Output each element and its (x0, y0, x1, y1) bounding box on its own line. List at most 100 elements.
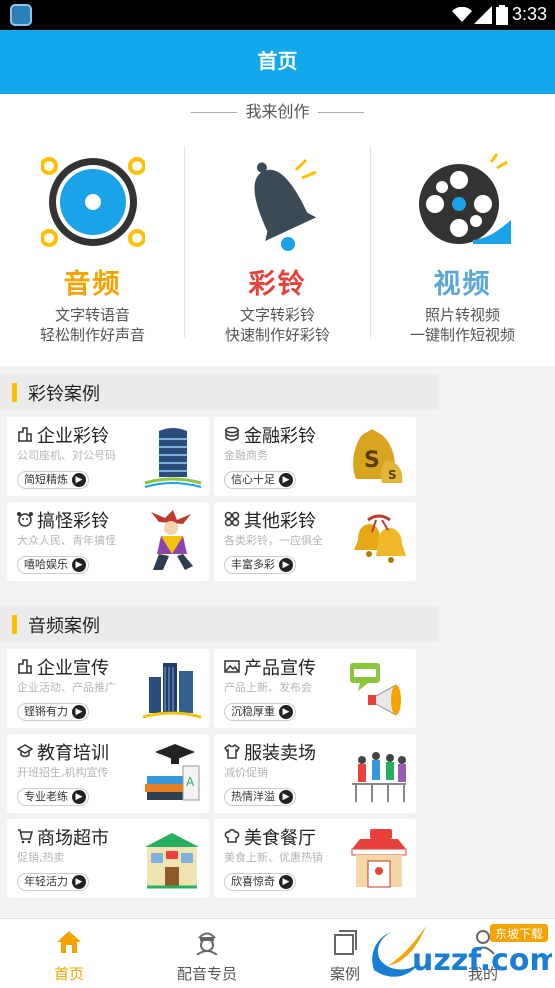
jester-image (151, 510, 193, 570)
card-tag[interactable]: 嘻哈娱乐 ▶ (17, 556, 89, 574)
card-clothing[interactable]: 服装卖场 减价促销 热情洋溢 ▶ (214, 734, 416, 813)
building-icon (18, 659, 32, 674)
create-audio[interactable]: 音频 文字转语音 轻松制作好声音 (0, 144, 185, 344)
card-tag-label: 信心十足 (231, 473, 275, 486)
create-ringtone-desc1: 文字转彩铃 (239, 306, 315, 324)
shoppers-image (352, 752, 406, 802)
card-tag-label: 年轻活力 (24, 875, 68, 888)
card-subtitle: 金融商务 (224, 449, 268, 462)
create-heading: 我来创作 (0, 98, 555, 122)
speaker-icon (40, 157, 145, 247)
create-ringtone[interactable]: 彩铃 文字转彩铃 快速制作好彩铃 (185, 144, 370, 344)
watermark-tagline: 东坡下载 (495, 927, 543, 941)
card-title: 美食餐厅 (244, 828, 316, 849)
card-tag-label: 专业老练 (24, 790, 68, 803)
battery-icon (496, 5, 508, 25)
card-subtitle: 美食上新、优惠热销 (224, 851, 323, 864)
page-title: 首页 (0, 30, 555, 94)
section-accent-bar (12, 615, 17, 634)
app-notification-icon (10, 4, 32, 26)
nav-home[interactable]: 首页 (0, 919, 138, 988)
shopping-cart-icon (18, 829, 33, 844)
card-title: 服装卖场 (244, 743, 316, 764)
picture-icon (224, 660, 240, 673)
card-tag[interactable]: 丰富多彩 ▶ (224, 556, 296, 574)
megaphone-image (350, 663, 401, 716)
coins-icon (225, 426, 239, 441)
nav-home-label: 首页 (53, 965, 84, 983)
bell-icon (253, 158, 317, 251)
arrow-right-icon: ▶ (279, 875, 293, 889)
card-tag-label: 欣喜惊奇 (231, 875, 275, 888)
card-finance-ringtone[interactable]: 金融彩铃 金融商务 信心十足 ▶ SS (214, 417, 416, 496)
card-title: 金融彩铃 (244, 426, 316, 447)
ringtone-section-header: 彩铃案例 (0, 374, 438, 410)
create-audio-desc1: 文字转语音 (54, 306, 130, 324)
card-tag[interactable]: 信心十足 ▶ (224, 471, 296, 489)
ringtone-section-title: 彩铃案例 (28, 384, 100, 405)
wifi-icon (452, 7, 472, 22)
card-other-ringtone[interactable]: 其他彩铃 各类彩铃，一应俱全 丰富多彩 ▶ (214, 502, 416, 581)
card-title: 教育培训 (37, 743, 109, 764)
voice-actor-icon (196, 932, 218, 955)
arrow-right-icon: ▶ (72, 558, 86, 572)
card-education[interactable]: 教育培训 开班招生,机构宣传 专业老练 ▶ A (7, 734, 209, 813)
status-bar: 3:33 (0, 0, 555, 30)
card-tag[interactable]: 专业老练 ▶ (17, 788, 89, 806)
card-enterprise-ringtone[interactable]: 企业彩铃 公司座机、对公号码 简短精炼 ▶ (7, 417, 209, 496)
card-subtitle: 开班招生,机构宣传 (17, 766, 109, 779)
card-subtitle: 促销,热卖 (17, 851, 65, 864)
card-tag[interactable]: 年轻活力 ▶ (17, 873, 89, 891)
card-enterprise-promo[interactable]: 企业宣传 企业活动、产品推广 铿锵有力 ▶ (7, 649, 209, 728)
card-title: 其他彩铃 (244, 511, 316, 532)
cafe-storefront-image (351, 829, 407, 888)
money-bag-image: SS (353, 429, 403, 483)
home-icon (57, 931, 81, 953)
create-video[interactable]: 视频 照片转视频 一键制作短视频 (370, 144, 555, 344)
svg-text:S: S (364, 448, 380, 473)
svg-text:S: S (388, 468, 397, 482)
watermark-brand: uzzf.com (412, 943, 552, 978)
audio-section-title: 音频案例 (28, 616, 100, 637)
create-video-label: 视频 (433, 269, 492, 300)
shirt-icon (224, 744, 240, 759)
card-tag[interactable]: 热情洋溢 ▶ (224, 788, 296, 806)
nav-voice-actor-label: 配音专员 (176, 965, 237, 983)
create-audio-label: 音频 (63, 269, 122, 300)
graduation-cap-icon (17, 744, 33, 758)
clover-icon (224, 511, 240, 527)
card-tag[interactable]: 简短精炼 ▶ (17, 471, 89, 489)
create-video-desc2: 一键制作短视频 (409, 326, 515, 344)
card-title: 企业宣传 (37, 658, 109, 679)
create-section: 我来创作 音频 文字转语音 轻松制作好声音 彩铃 文字转彩铃 快速制作好彩铃 视… (0, 94, 555, 366)
card-tag-label: 嘻哈娱乐 (24, 558, 68, 571)
building-icon (18, 427, 32, 442)
create-video-desc1: 照片转视频 (424, 306, 500, 324)
create-ringtone-desc2: 快速制作好彩铃 (224, 326, 330, 344)
arrow-right-icon: ▶ (279, 473, 293, 487)
card-tag-label: 简短精炼 (24, 473, 68, 486)
card-restaurant[interactable]: 美食餐厅 美食上新、优惠热销 欣喜惊奇 ▶ (214, 819, 416, 898)
card-subtitle: 减价促销 (224, 766, 268, 779)
card-tag-label: 热情洋溢 (231, 790, 275, 803)
card-supermarket[interactable]: 商场超市 促销,热卖 年轻活力 ▶ (7, 819, 209, 898)
create-ringtone-label: 彩铃 (248, 269, 307, 300)
card-tag-label: 铿锵有力 (24, 705, 68, 718)
card-tag-label: 沉稳厚重 (231, 705, 275, 718)
card-subtitle: 公司座机、对公号码 (17, 449, 116, 462)
film-reel-icon (418, 153, 511, 244)
card-subtitle: 企业活动、产品推广 (17, 681, 116, 694)
section-accent-bar (12, 383, 17, 402)
card-tag[interactable]: 铿锵有力 ▶ (17, 703, 89, 721)
nav-voice-actor[interactable]: 配音专员 (138, 919, 276, 988)
books-and-cap-image: A (145, 744, 200, 801)
create-audio-desc2: 轻松制作好声音 (39, 326, 145, 344)
arrow-right-icon: ▶ (72, 790, 86, 804)
card-funny-ringtone[interactable]: 搞怪彩铃 大众人民、青年搞怪 嘻哈娱乐 ▶ (7, 502, 209, 581)
arrow-right-icon: ▶ (279, 558, 293, 572)
card-title: 商场超市 (37, 828, 109, 849)
card-tag[interactable]: 欣喜惊奇 ▶ (224, 873, 296, 891)
card-tag[interactable]: 沉稳厚重 ▶ (224, 703, 296, 721)
store-building-image (145, 833, 199, 889)
card-product-promo[interactable]: 产品宣传 产品上新、发布会 沉稳厚重 ▶ (214, 649, 416, 728)
